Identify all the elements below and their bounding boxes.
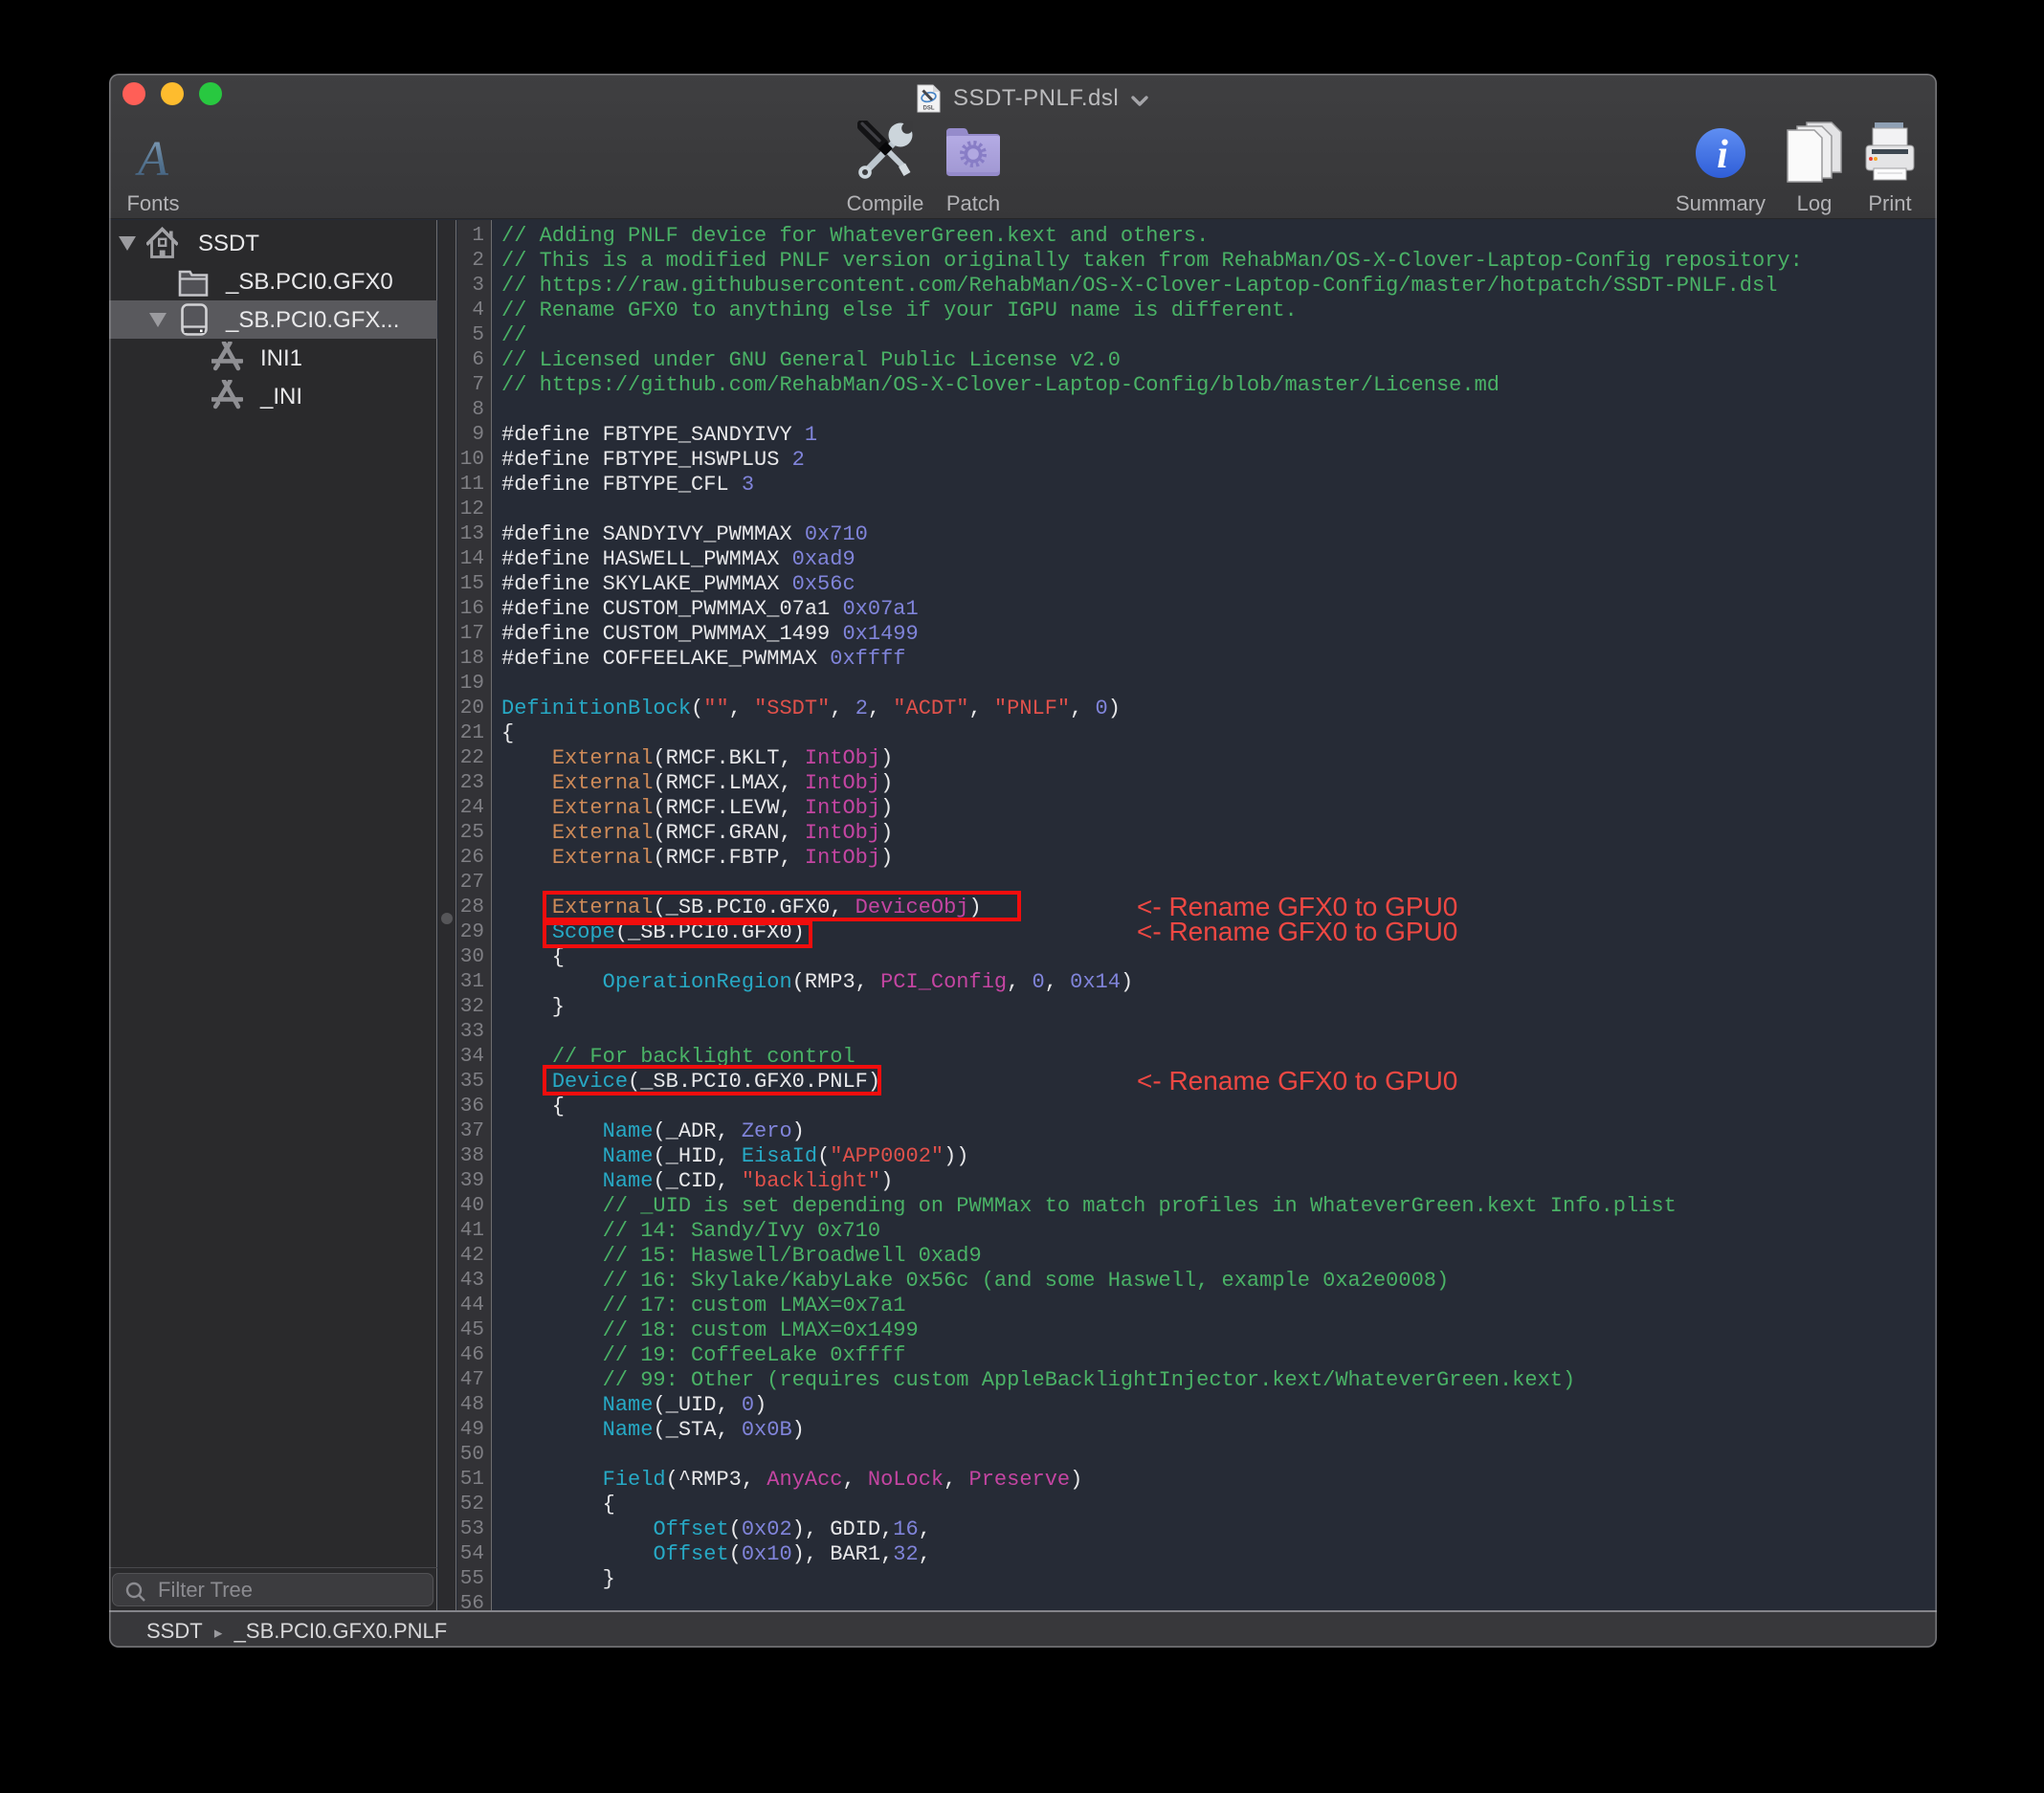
- svg-text:DSL: DSL: [923, 106, 935, 112]
- svg-text:A: A: [135, 135, 168, 181]
- svg-text:i: i: [1717, 133, 1728, 177]
